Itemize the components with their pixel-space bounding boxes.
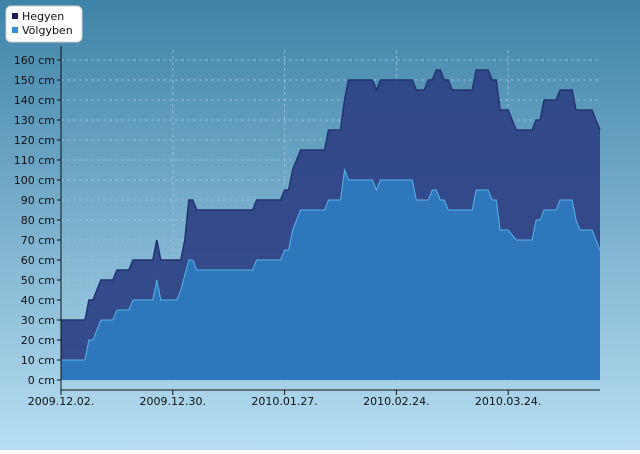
y-tick-label: 80 cm	[21, 214, 55, 227]
y-tick-label: 130 cm	[14, 114, 55, 127]
y-tick-label: 20 cm	[21, 334, 55, 347]
y-tick-label: 0 cm	[28, 374, 55, 387]
legend: HegyenVölgyben	[5, 5, 83, 43]
y-tick-label: 120 cm	[14, 134, 55, 147]
x-tick-label: 2009.12.30.	[140, 395, 206, 408]
y-tick-label: 10 cm	[21, 354, 55, 367]
x-tick-label: 2010.03.24.	[475, 395, 541, 408]
x-tick-label: 2009.12.02.	[28, 395, 94, 408]
legend-swatch-hegyen	[12, 13, 18, 19]
y-tick-label: 70 cm	[21, 234, 55, 247]
y-tick-label: 100 cm	[14, 174, 55, 187]
legend-label-volgyben: Völgyben	[22, 24, 73, 37]
y-tick-label: 90 cm	[21, 194, 55, 207]
y-tick-label: 110 cm	[14, 154, 55, 167]
legend-label-hegyen: Hegyen	[22, 10, 64, 23]
y-tick-label: 150 cm	[14, 74, 55, 87]
y-tick-label: 60 cm	[21, 254, 55, 267]
chart-container: 0 cm 10 cm 20 cm 30 cm 40 cm 50 cm 60 cm 70 cm 8…	[0, 0, 640, 450]
x-tick-label: 2010.02.24.	[363, 395, 429, 408]
legend-swatch-volgyben	[12, 27, 18, 33]
x-tick-label: 2010.01.27.	[251, 395, 317, 408]
y-tick-label: 40 cm	[21, 294, 55, 307]
y-tick-label: 30 cm	[21, 314, 55, 327]
y-tick-label: 160 cm	[14, 54, 55, 67]
y-tick-label: 140 cm	[14, 94, 55, 107]
y-tick-label: 50 cm	[21, 274, 55, 287]
snow-depth-chart: 0 cm 10 cm 20 cm 30 cm 40 cm 50 cm 60 cm 70 cm 8…	[0, 0, 640, 450]
